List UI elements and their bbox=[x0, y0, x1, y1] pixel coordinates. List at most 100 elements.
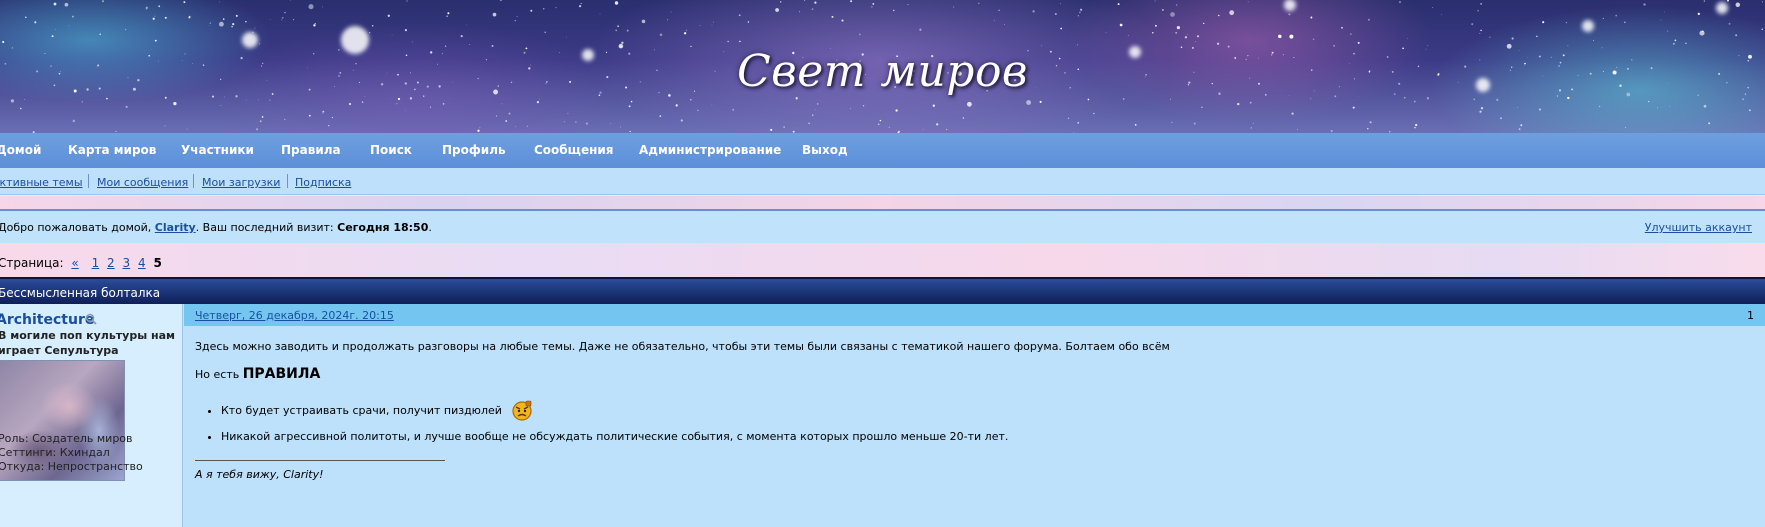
star-decoration bbox=[962, 117, 965, 119]
star-decoration bbox=[20, 107, 22, 110]
star-decoration bbox=[543, 8, 545, 10]
star-decoration bbox=[895, 109, 898, 112]
star-decoration bbox=[1625, 127, 1626, 128]
star-decoration bbox=[1169, 98, 1171, 100]
star-decoration bbox=[919, 28, 922, 31]
star-decoration bbox=[1093, 112, 1095, 115]
star-decoration bbox=[446, 15, 448, 17]
post-number[interactable]: 1 bbox=[1747, 309, 1754, 322]
subnav-subscription[interactable]: Подписка bbox=[295, 176, 351, 189]
subnav-my-uploads[interactable]: Мои загрузки bbox=[202, 176, 280, 189]
star-decoration bbox=[1742, 98, 1745, 101]
nav-home[interactable]: Домой bbox=[0, 143, 41, 157]
star-decoration bbox=[641, 19, 646, 24]
star-decoration bbox=[1291, 112, 1294, 115]
star-decoration bbox=[1471, 23, 1474, 26]
nav-logout[interactable]: Выход bbox=[802, 143, 848, 157]
star-decoration bbox=[1518, 128, 1521, 131]
star-decoration bbox=[1134, 124, 1137, 126]
star-glow-decoration bbox=[1284, 0, 1296, 11]
star-decoration bbox=[164, 96, 167, 99]
nav-search[interactable]: Поиск bbox=[370, 143, 412, 157]
subnav-divider bbox=[88, 174, 89, 188]
star-decoration bbox=[804, 0, 806, 2]
star-decoration bbox=[24, 99, 26, 100]
post-header: Четверг, 26 декабря, 2024г. 20:15 1 bbox=[184, 304, 1765, 326]
star-decoration bbox=[314, 22, 316, 25]
star-decoration bbox=[738, 14, 741, 17]
author-status-line: В могиле поп культуры нам bbox=[0, 329, 176, 342]
star-decoration bbox=[1602, 17, 1604, 19]
nav-messages[interactable]: Сообщения bbox=[534, 143, 613, 157]
upgrade-account-link[interactable]: Улучшить аккаунт bbox=[1645, 221, 1752, 234]
star-decoration bbox=[1480, 107, 1484, 110]
star-decoration bbox=[1399, 1, 1401, 3]
star-decoration bbox=[1357, 41, 1360, 44]
star-decoration bbox=[629, 130, 631, 133]
star-decoration bbox=[1154, 24, 1157, 27]
star-decoration bbox=[1673, 43, 1675, 45]
author-location: Откуда: Непространство bbox=[0, 460, 143, 473]
star-decoration bbox=[361, 101, 364, 103]
post-date-link[interactable]: Четверг, 26 декабря, 2024г. 20:15 bbox=[195, 309, 394, 322]
last-visit-time: Сегодня 18:50 bbox=[337, 221, 429, 234]
nav-admin[interactable]: Администрирование bbox=[639, 143, 781, 157]
star-decoration bbox=[575, 121, 577, 123]
star-decoration bbox=[72, 119, 76, 123]
star-decoration bbox=[1039, 100, 1042, 103]
star-decoration bbox=[1105, 32, 1107, 33]
welcome-username-link[interactable]: Clarity bbox=[155, 221, 196, 234]
star-decoration bbox=[371, 25, 374, 27]
pagination-page-4[interactable]: 4 bbox=[138, 256, 146, 270]
star-decoration bbox=[1656, 107, 1659, 109]
pagination-bar: Страница: « 1 2 3 4 5 bbox=[0, 243, 1765, 277]
star-decoration bbox=[281, 16, 284, 19]
star-decoration bbox=[1762, 1, 1763, 3]
pagination-page-2[interactable]: 2 bbox=[107, 256, 115, 270]
thread-title: Бессмысленная болталка bbox=[0, 286, 161, 300]
star-decoration bbox=[1350, 33, 1352, 35]
star-decoration bbox=[1003, 24, 1005, 26]
star-decoration bbox=[697, 109, 699, 112]
star-decoration bbox=[1341, 26, 1343, 29]
star-decoration bbox=[125, 105, 128, 108]
star-decoration bbox=[369, 32, 371, 34]
star-decoration bbox=[1196, 35, 1200, 38]
star-decoration bbox=[508, 112, 511, 115]
star-decoration bbox=[626, 29, 629, 32]
star-decoration bbox=[1229, 10, 1235, 16]
star-decoration bbox=[799, 11, 801, 13]
star-decoration bbox=[469, 44, 471, 45]
pagination-page-1[interactable]: 1 bbox=[92, 256, 100, 270]
star-decoration bbox=[879, 119, 882, 122]
star-decoration bbox=[222, 18, 225, 20]
subnav-active-topics[interactable]: Активные темы bbox=[0, 176, 83, 189]
nav-profile[interactable]: Профиль bbox=[442, 143, 506, 157]
star-decoration bbox=[466, 24, 467, 26]
star-decoration bbox=[53, 2, 57, 6]
star-decoration bbox=[396, 103, 398, 105]
nav-members[interactable]: Участники bbox=[181, 143, 254, 157]
star-decoration bbox=[1480, 3, 1482, 5]
star-decoration bbox=[1660, 19, 1662, 21]
subnav-divider bbox=[193, 174, 194, 188]
star-decoration bbox=[1077, 121, 1080, 124]
star-decoration bbox=[1538, 108, 1541, 111]
pagination-prev[interactable]: « bbox=[71, 256, 78, 270]
pagination-page-3[interactable]: 3 bbox=[123, 256, 131, 270]
star-decoration bbox=[10, 99, 15, 103]
author-name-link[interactable]: Architecture bbox=[0, 312, 94, 328]
star-glow-decoration bbox=[1582, 20, 1594, 32]
signature-divider bbox=[195, 460, 445, 461]
star-decoration bbox=[711, 24, 713, 26]
star-decoration bbox=[1154, 0, 1156, 2]
star-decoration bbox=[1289, 34, 1294, 39]
star-decoration bbox=[1162, 9, 1164, 11]
nav-world-map[interactable]: Карта миров bbox=[68, 143, 156, 157]
author-status-text: В могиле поп культуры нам играет Сепульт… bbox=[0, 328, 183, 358]
site-title[interactable]: Свет миров bbox=[0, 46, 1765, 97]
nav-rules[interactable]: Правила bbox=[281, 143, 341, 157]
search-icon[interactable] bbox=[85, 313, 97, 325]
subnav-my-posts[interactable]: Мои сообщения bbox=[97, 176, 188, 189]
star-decoration bbox=[620, 126, 621, 128]
